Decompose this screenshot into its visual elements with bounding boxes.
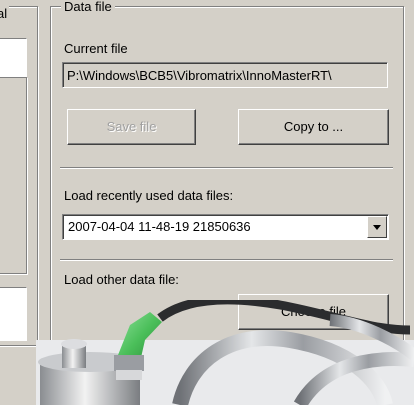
data-file-group-title: Data file bbox=[61, 0, 115, 14]
left-group-title: al bbox=[0, 6, 10, 21]
separator-2 bbox=[60, 259, 393, 261]
copy-to-button[interactable]: Copy to ... bbox=[238, 109, 389, 145]
other-file-label: Load other data file: bbox=[64, 272, 179, 287]
chevron-down-icon bbox=[373, 225, 381, 230]
save-file-button[interactable]: Save file bbox=[67, 109, 196, 145]
sensor-photo bbox=[36, 300, 414, 405]
left-list-box-top[interactable] bbox=[0, 38, 27, 77]
recent-files-dropdown-button[interactable] bbox=[367, 216, 387, 238]
recent-files-selected: 2007-04-04 11-48-19 21850636 bbox=[68, 219, 251, 234]
separator-1 bbox=[60, 167, 393, 169]
left-group-box: al bbox=[0, 6, 38, 346]
current-file-label: Current file bbox=[64, 41, 128, 56]
recent-files-combobox[interactable]: 2007-04-04 11-48-19 21850636 bbox=[62, 214, 389, 240]
current-file-field: P:\Windows\BCB5\Vibromatrix\InnoMasterRT… bbox=[62, 62, 388, 88]
recent-files-label: Load recently used data files: bbox=[64, 188, 234, 203]
left-inner-panel bbox=[0, 77, 27, 274]
